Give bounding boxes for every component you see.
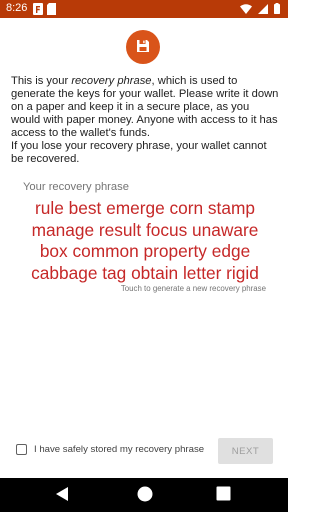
status-bar: 8:26 — [0, 0, 288, 18]
signal-icon — [258, 3, 268, 17]
wallet-logo — [126, 30, 160, 64]
regenerate-hint: Touch to generate a new recovery phrase — [120, 284, 266, 293]
navigation-bar — [0, 478, 288, 512]
intro-text: This is your recovery phrase, which is u… — [11, 75, 279, 166]
recovery-phrase-label: Your recovery phrase — [23, 181, 129, 193]
wifi-icon — [240, 3, 252, 17]
intro-warning: If you lose your recovery phrase, your w… — [11, 140, 267, 165]
floppy-disk-icon — [136, 38, 150, 57]
battery-icon — [274, 3, 280, 17]
recents-icon[interactable] — [216, 486, 231, 505]
phrase-line[interactable]: cabbage tag obtain letter rigid — [14, 263, 276, 285]
confirm-row: I have safely stored my recovery phrase … — [0, 436, 288, 466]
intro-emphasis: recovery phrase — [71, 75, 152, 87]
notification-f-icon — [33, 3, 43, 15]
intro-part1: This is your — [11, 75, 72, 87]
status-time: 8:26 — [6, 2, 28, 14]
home-icon[interactable] — [137, 486, 153, 506]
stored-checkbox[interactable] — [16, 444, 27, 455]
next-button[interactable]: NEXT — [218, 438, 273, 464]
phrase-line[interactable]: rule best emerge corn stamp — [14, 198, 276, 220]
sd-card-icon — [47, 3, 57, 15]
back-icon[interactable] — [55, 486, 69, 506]
phrase-line[interactable]: manage result focus unaware — [14, 220, 276, 242]
stored-checkbox-label[interactable]: I have safely stored my recovery phrase — [34, 444, 204, 455]
phrase-line[interactable]: box common property edge — [14, 241, 276, 263]
recovery-phrase[interactable]: rule best emerge corn stamp manage resul… — [14, 198, 276, 284]
